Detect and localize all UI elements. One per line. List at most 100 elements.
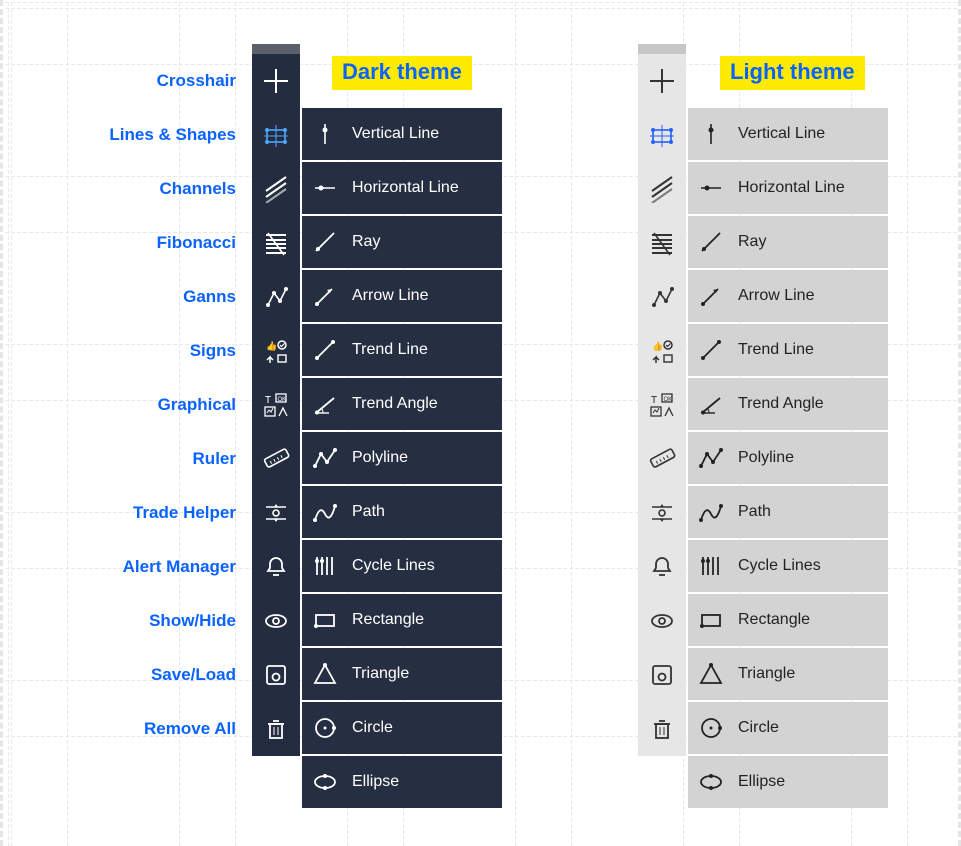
trade-helper-icon[interactable] xyxy=(252,486,300,540)
flyout-item-ellipse[interactable]: Ellipse xyxy=(302,756,502,808)
category-label: Trade Helper xyxy=(0,486,248,540)
alert-manager-icon[interactable] xyxy=(638,540,686,594)
category-label: Alert Manager xyxy=(0,540,248,594)
graphical-icon[interactable] xyxy=(638,378,686,432)
save-load-icon[interactable] xyxy=(252,648,300,702)
flyout-item-vertical-line[interactable]: Vertical Line xyxy=(302,108,502,160)
light-theme-title: Light theme xyxy=(720,56,865,90)
flyout-item-label: Polyline xyxy=(738,449,794,467)
trend-angle-icon xyxy=(310,389,340,419)
flyout-item-label: Arrow Line xyxy=(352,287,428,305)
cycle-lines-icon xyxy=(310,551,340,581)
rectangle-icon xyxy=(310,605,340,635)
fibonacci-icon[interactable] xyxy=(638,216,686,270)
flyout-item-path[interactable]: Path xyxy=(302,486,502,538)
ruler-icon[interactable] xyxy=(252,432,300,486)
flyout-item-arrow-line[interactable]: Arrow Line xyxy=(688,270,888,322)
category-label: Remove All xyxy=(0,702,248,756)
flyout-item-circle[interactable]: Circle xyxy=(302,702,502,754)
flyout-item-vertical-line[interactable]: Vertical Line xyxy=(688,108,888,160)
flyout-item-horizontal-line[interactable]: Horizontal Line xyxy=(688,162,888,214)
path-icon xyxy=(310,497,340,527)
category-label: Ruler xyxy=(0,432,248,486)
circle-icon xyxy=(696,713,726,743)
crosshair-icon[interactable] xyxy=(638,54,686,108)
remove-all-icon[interactable] xyxy=(638,702,686,756)
category-label: Crosshair xyxy=(0,54,248,108)
flyout-light: Vertical Line Horizontal Line Ray Arrow … xyxy=(688,108,888,810)
flyout-item-label: Circle xyxy=(352,719,393,737)
flyout-item-label: Trend Angle xyxy=(738,395,824,413)
category-label: Signs xyxy=(0,324,248,378)
trend-angle-icon xyxy=(696,389,726,419)
flyout-item-label: Ray xyxy=(738,233,766,251)
flyout-item-circle[interactable]: Circle xyxy=(688,702,888,754)
trend-line-icon xyxy=(310,335,340,365)
flyout-item-label: Horizontal Line xyxy=(738,179,845,197)
lines-shapes-icon[interactable] xyxy=(638,108,686,162)
trade-helper-icon[interactable] xyxy=(638,486,686,540)
graphical-icon[interactable] xyxy=(252,378,300,432)
channels-icon[interactable] xyxy=(638,162,686,216)
crosshair-icon[interactable] xyxy=(252,54,300,108)
arrow-line-icon xyxy=(696,281,726,311)
flyout-item-label: Horizontal Line xyxy=(352,179,459,197)
flyout-item-label: Polyline xyxy=(352,449,408,467)
flyout-item-rectangle[interactable]: Rectangle xyxy=(302,594,502,646)
flyout-item-arrow-line[interactable]: Arrow Line xyxy=(302,270,502,322)
lines-shapes-icon[interactable] xyxy=(252,108,300,162)
flyout-item-label: Triangle xyxy=(738,665,795,683)
ganns-icon[interactable] xyxy=(252,270,300,324)
flyout-item-path[interactable]: Path xyxy=(688,486,888,538)
flyout-item-triangle[interactable]: Triangle xyxy=(688,648,888,700)
fibonacci-icon[interactable] xyxy=(252,216,300,270)
flyout-item-cycle-lines[interactable]: Cycle Lines xyxy=(688,540,888,592)
flyout-item-trend-line[interactable]: Trend Line xyxy=(688,324,888,376)
circle-icon xyxy=(310,713,340,743)
ruler-icon[interactable] xyxy=(638,432,686,486)
rectangle-icon xyxy=(696,605,726,635)
save-load-icon[interactable] xyxy=(638,648,686,702)
category-label: Fibonacci xyxy=(0,216,248,270)
category-label: Graphical xyxy=(0,378,248,432)
ganns-icon[interactable] xyxy=(638,270,686,324)
flyout-item-label: Trend Line xyxy=(738,341,814,359)
category-label: Channels xyxy=(0,162,248,216)
horizontal-line-icon xyxy=(310,173,340,203)
trend-line-icon xyxy=(696,335,726,365)
toolbar-grip[interactable] xyxy=(252,44,300,54)
flyout-item-triangle[interactable]: Triangle xyxy=(302,648,502,700)
alert-manager-icon[interactable] xyxy=(252,540,300,594)
channels-icon[interactable] xyxy=(252,162,300,216)
polyline-icon xyxy=(310,443,340,473)
category-label: Lines & Shapes xyxy=(0,108,248,162)
flyout-item-trend-angle[interactable]: Trend Angle xyxy=(688,378,888,430)
flyout-item-polyline[interactable]: Polyline xyxy=(688,432,888,484)
flyout-item-ray[interactable]: Ray xyxy=(688,216,888,268)
flyout-item-ray[interactable]: Ray xyxy=(302,216,502,268)
flyout-item-cycle-lines[interactable]: Cycle Lines xyxy=(302,540,502,592)
vertical-line-icon xyxy=(310,119,340,149)
remove-all-icon[interactable] xyxy=(252,702,300,756)
triangle-icon xyxy=(696,659,726,689)
flyout-item-label: Cycle Lines xyxy=(352,557,435,575)
cycle-lines-icon xyxy=(696,551,726,581)
signs-icon[interactable] xyxy=(638,324,686,378)
toolbar-grip[interactable] xyxy=(638,44,686,54)
ellipse-icon xyxy=(696,767,726,797)
flyout-item-trend-line[interactable]: Trend Line xyxy=(302,324,502,376)
flyout-item-trend-angle[interactable]: Trend Angle xyxy=(302,378,502,430)
flyout-item-horizontal-line[interactable]: Horizontal Line xyxy=(302,162,502,214)
flyout-item-polyline[interactable]: Polyline xyxy=(302,432,502,484)
flyout-item-label: Circle xyxy=(738,719,779,737)
path-icon xyxy=(696,497,726,527)
flyout-item-label: Vertical Line xyxy=(352,125,439,143)
flyout-item-label: Arrow Line xyxy=(738,287,814,305)
show-hide-icon[interactable] xyxy=(638,594,686,648)
flyout-item-label: Rectangle xyxy=(352,611,424,629)
category-label: Show/Hide xyxy=(0,594,248,648)
flyout-item-ellipse[interactable]: Ellipse xyxy=(688,756,888,808)
flyout-item-rectangle[interactable]: Rectangle xyxy=(688,594,888,646)
signs-icon[interactable] xyxy=(252,324,300,378)
show-hide-icon[interactable] xyxy=(252,594,300,648)
